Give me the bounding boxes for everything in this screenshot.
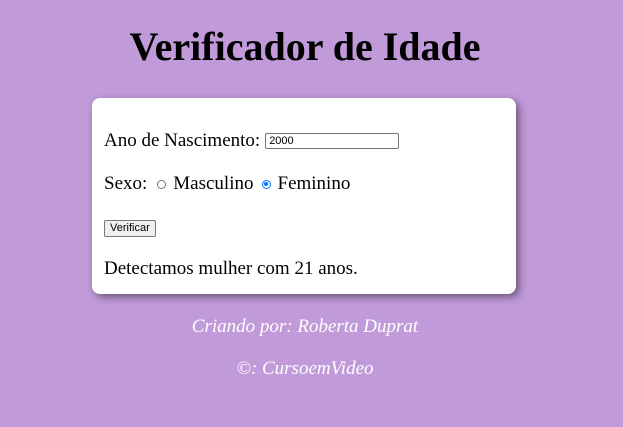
birth-year-input[interactable] bbox=[265, 133, 400, 149]
button-row: Verificar bbox=[104, 220, 156, 237]
result-text: Detectamos mulher com 21 anos. bbox=[104, 258, 358, 279]
verify-button[interactable]: Verificar bbox=[104, 220, 156, 237]
radio-masculino[interactable] bbox=[157, 179, 167, 189]
birth-year-row: Ano de Nascimento: bbox=[104, 130, 400, 152]
birth-year-label: Ano de Nascimento: bbox=[104, 130, 261, 151]
radio-feminino[interactable] bbox=[261, 179, 271, 189]
sex-row: Sexo: Masculino Feminino bbox=[104, 173, 350, 195]
sex-label: Sexo: bbox=[104, 173, 148, 194]
radio-feminino-label[interactable]: Feminino bbox=[278, 173, 351, 195]
footer-author: Criando por: Roberta Duprat bbox=[191, 316, 419, 337]
age-checker-form: Ano de Nascimento: Sexo: Masculino Femin… bbox=[92, 98, 516, 294]
footer-copyright: ©: CursoemVideo bbox=[236, 358, 374, 379]
page-title: Verificador de Idade bbox=[129, 24, 481, 69]
radio-masculino-label[interactable]: Masculino bbox=[173, 173, 253, 195]
